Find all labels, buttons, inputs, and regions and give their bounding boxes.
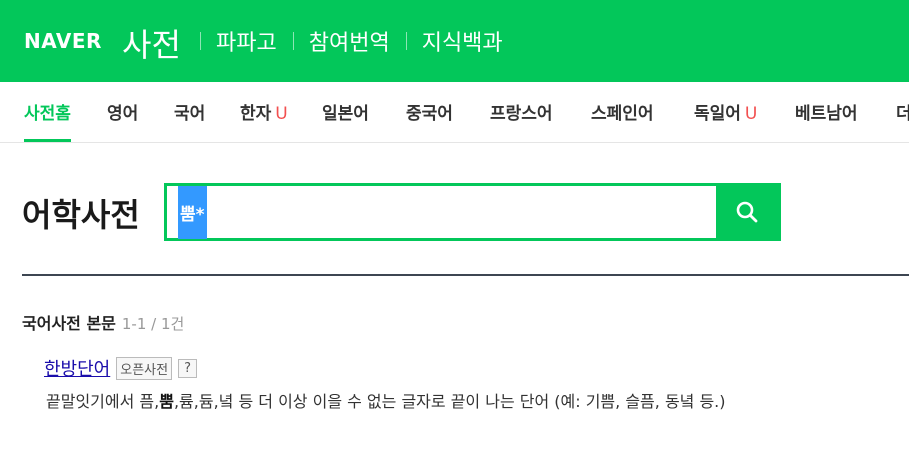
nav-knowledge-encyclopedia[interactable]: 지식백과 (422, 25, 503, 57)
nav-papago[interactable]: 파파고 (216, 25, 277, 57)
top-header: NAVER 사전 파파고 참여번역 지식백과 (0, 0, 909, 82)
top-nav: 파파고 참여번역 지식백과 (200, 26, 503, 56)
tab-hanja[interactable]: 한자 U (240, 99, 288, 139)
tab-german[interactable]: 독일어 U (694, 99, 757, 139)
page-title: 어학사전 (22, 196, 140, 234)
search-input[interactable]: 뿜* (178, 185, 718, 239)
nav-divider (200, 32, 201, 50)
nav-participation-translation[interactable]: 참여번역 (309, 25, 390, 57)
open-dictionary-badge: 오픈사전 (116, 356, 173, 380)
tab-japanese[interactable]: 일본어 (322, 99, 369, 139)
update-badge: U (744, 104, 758, 124)
search-input-value: 뿜* (178, 185, 207, 239)
search-icon (736, 201, 758, 223)
tab-french[interactable]: 프랑스어 (490, 99, 553, 139)
dictionary-tabs: 사전홈 영어 국어 한자 U 일본어 중국어 프랑스어 스페인어 독일어 U 베트남… (0, 82, 909, 143)
list-item: 한방단어 오픈사전 ? (44, 356, 197, 380)
naver-logo[interactable]: NAVER (24, 29, 102, 53)
nav-divider (405, 32, 407, 50)
tab-english[interactable]: 영어 (107, 99, 138, 139)
help-button[interactable]: ? (178, 358, 197, 378)
tab-chinese[interactable]: 중국어 (406, 99, 453, 139)
nav-divider (292, 32, 294, 50)
search-box: 뿜* (164, 183, 781, 241)
tab-more[interactable]: 더 (896, 99, 909, 139)
section-divider (22, 274, 909, 276)
tab-korean[interactable]: 국어 (174, 99, 205, 139)
tab-dictionary-home[interactable]: 사전홈 (24, 99, 71, 142)
result-section-title: 국어사전 본문 1-1 / 1건 (22, 314, 185, 333)
tab-spanish[interactable]: 스페인어 (591, 99, 654, 139)
search-button[interactable] (716, 186, 778, 238)
update-badge: U (275, 104, 288, 124)
entry-definition: 끝말잇기에서 픔,뿜,륨,듐,녘 등 더 이상 이을 수 없는 글자로 끝이 나… (46, 392, 726, 411)
tab-vietnamese[interactable]: 베트남어 (795, 99, 858, 139)
entry-word-link[interactable]: 한방단어 (44, 355, 110, 381)
service-title[interactable]: 사전 (122, 20, 181, 66)
result-count: 1-1 / 1건 (121, 315, 185, 333)
